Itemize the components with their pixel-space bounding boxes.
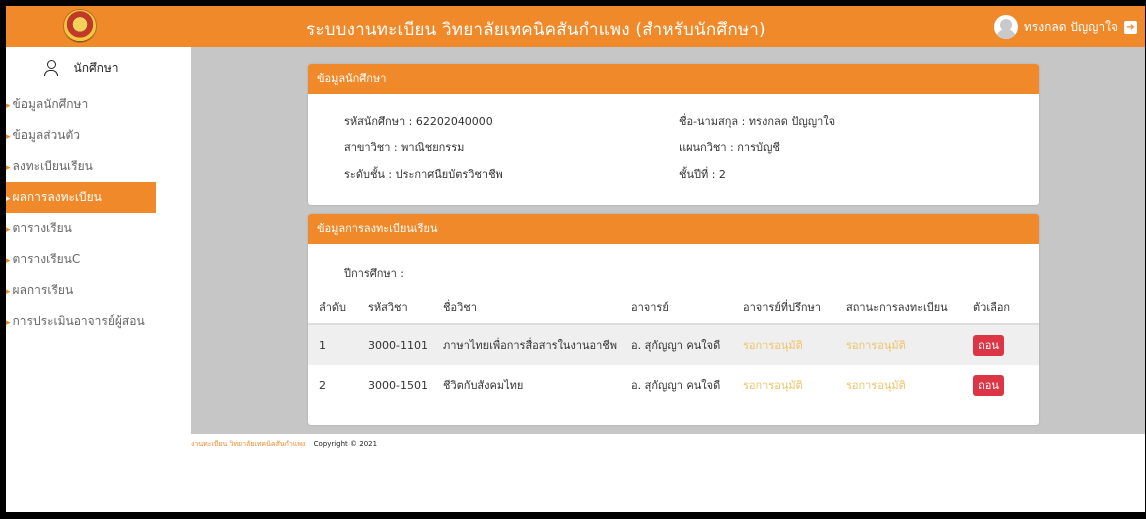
sidebar-heading-label: นักศึกษา <box>73 60 119 75</box>
cell-advisor-status: รอการอนุมัติ <box>743 379 803 392</box>
user-menu[interactable]: ทรงกลด ปัญญาใจ ➜ <box>993 15 1137 39</box>
chevron-right-icon: ▸ <box>6 132 11 142</box>
sidebar-heading: นักศึกษา <box>6 47 156 89</box>
sidebar-item-label: ผลการลงทะเบียน <box>12 190 102 204</box>
cell-no: 2 <box>319 378 326 392</box>
sidebar-item-label: ข้อมูลส่วนตัว <box>12 128 81 142</box>
chevron-right-icon: ▸ <box>6 256 11 266</box>
chevron-right-icon: ▸ <box>6 194 11 204</box>
col-header-teacher: อาจารย์ <box>631 290 743 325</box>
sidebar-item-label: ตารางเรียน <box>12 221 72 235</box>
sidebar-item-student-info[interactable]: ▸ ข้อมูลนักศึกษา <box>6 89 156 120</box>
student-name: ชื่อ-นามสกุล : ทรงกลด ปัญญาใจ <box>679 115 836 128</box>
table-row: 1 3000-1101 ภาษาไทยเพื่อการสื่อสารในงานอ… <box>308 324 1039 365</box>
table-col-spacer <box>308 290 319 325</box>
main-content: ข้อมูลนักศึกษา รหัสนักศึกษา : 6220204000… <box>191 47 1145 434</box>
withdraw-button[interactable]: ถอน <box>973 374 1004 396</box>
student-id: รหัสนักศึกษา : 62202040000 <box>344 115 493 128</box>
cell-action: ถอน <box>973 365 1039 405</box>
col-header-advisor: อาจารย์ที่ปรึกษา <box>743 290 846 325</box>
student-department: แผนกวิชา : การบัญชี <box>679 141 780 154</box>
col-header-code: รหัสวิชา <box>368 290 443 325</box>
registration-panel: ข้อมูลการลงทะเบียนเรียน ปีการศึกษา : ลำด… <box>308 214 1039 425</box>
sidebar-item-grades[interactable]: ▸ ผลการเรียน <box>6 275 156 306</box>
cell-subject: ภาษาไทยเพื่อการสื่อสารในงานอาชีพ <box>443 324 631 365</box>
student-info-panel: ข้อมูลนักศึกษา รหัสนักศึกษา : 6220204000… <box>308 64 1039 205</box>
sidebar-item-label: ลงทะเบียนเรียน <box>12 159 93 173</box>
col-header-subject: ชื่อวิชา <box>443 290 631 325</box>
chevron-right-icon: ▸ <box>6 101 11 111</box>
student-level: ระดับชั้น : ประกาศนียบัตรวิชาชีพ <box>344 168 503 181</box>
sidebar-item-label: ข้อมูลนักศึกษา <box>12 97 89 111</box>
cell-advisor-status: รอการอนุมัติ <box>743 324 846 365</box>
sidebar: นักศึกษา ▸ ข้อมูลนักศึกษา ▸ ข้อมูลส่วนตัว … <box>6 47 156 512</box>
cell-code: 3000-1101 <box>368 324 443 365</box>
sidebar-item-label: ตารางเรียนC <box>12 252 81 266</box>
avatar[interactable] <box>993 15 1018 39</box>
registration-table: ลำดับ รหัสวิชา ชื่อวิชา อาจารย์ อาจารย์ท… <box>308 290 1039 405</box>
cell-registration-status: รอการอนุมัติ <box>846 379 906 392</box>
cell-teacher: อ. สุกัญญา คนใจดี <box>631 324 743 365</box>
top-navbar: ระบบงานทะเบียน วิทยาลัยเทคนิคสันกำแพง (ส… <box>6 6 1145 47</box>
col-header-action: ตัวเลือก <box>973 290 1039 325</box>
col-header-status: สถานะการลงทะเบียน <box>846 290 973 325</box>
sidebar-item-personal-info[interactable]: ▸ ข้อมูลส่วนตัว <box>6 120 156 151</box>
table-cell-spacer <box>308 324 319 365</box>
table-row: 2 3000-1501 ชีวิตกับสังคมไทย อ. สุกัญญา … <box>308 365 1039 405</box>
chevron-right-icon: ▸ <box>6 225 11 235</box>
sidebar-item-label: การประเมินอาจารย์ผู้สอน <box>12 314 145 328</box>
footer-copyright: Copyright © 2021 <box>313 440 378 448</box>
chevron-right-icon: ▸ <box>6 287 11 297</box>
app-window: ระบบงานทะเบียน วิทยาลัยเทคนิคสันกำแพง (ส… <box>6 6 1145 512</box>
sidebar-item-label: ผลการเรียน <box>12 283 74 297</box>
col-header-no: ลำดับ <box>319 290 368 325</box>
student-major: สาขาวิชา : พาณิชยกรรม <box>344 141 465 154</box>
footer-school: งานทะเบียน วิทยาลัยเทคนิคสันกำแพง <box>191 440 306 448</box>
chevron-right-icon: ▸ <box>6 318 11 328</box>
table-cell-spacer <box>308 365 319 405</box>
cell-code: 3000-1501 <box>368 378 428 392</box>
cell-action: ถอน <box>973 324 1039 365</box>
cell-teacher: อ. สุกัญญา คนใจดี <box>631 379 721 392</box>
footer: งานทะเบียน วิทยาลัยเทคนิคสันกำแพง Copyri… <box>191 439 377 450</box>
person-icon <box>43 60 58 76</box>
sidebar-item-timetable[interactable]: ▸ ตารางเรียน <box>6 213 156 244</box>
sidebar-item-timetable-c[interactable]: ▸ ตารางเรียนC <box>6 244 156 275</box>
sidebar-item-enroll[interactable]: ▸ ลงทะเบียนเรียน <box>6 151 156 182</box>
student-year: ชั้นปีที่ : 2 <box>679 168 726 181</box>
panel-title: ข้อมูลนักศึกษา <box>308 64 1039 94</box>
panel-title: ข้อมูลการลงทะเบียนเรียน <box>308 214 1039 244</box>
sidebar-item-registration-result[interactable]: ▸ ผลการลงทะเบียน <box>6 182 156 213</box>
sidebar-item-teacher-evaluation[interactable]: ▸ การประเมินอาจารย์ผู้สอน <box>6 306 156 337</box>
chevron-right-icon: ▸ <box>6 163 11 173</box>
cell-registration-status: รอการอนุมัติ <box>846 324 973 365</box>
academic-year: ปีการศึกษา : <box>344 267 405 280</box>
logout-icon[interactable]: ➜ <box>1124 20 1137 34</box>
cell-no: 1 <box>319 324 368 365</box>
withdraw-button[interactable]: ถอน <box>973 334 1004 356</box>
table-header-row: ลำดับ รหัสวิชา ชื่อวิชา อาจารย์ อาจารย์ท… <box>308 290 1039 325</box>
app-title: ระบบงานทะเบียน วิทยาลัยเทคนิคสันกำแพง (ส… <box>306 20 766 40</box>
user-name[interactable]: ทรงกลด ปัญญาใจ <box>1024 18 1118 37</box>
cell-subject: ชีวิตกับสังคมไทย <box>443 379 524 392</box>
school-logo-icon[interactable] <box>63 9 97 43</box>
